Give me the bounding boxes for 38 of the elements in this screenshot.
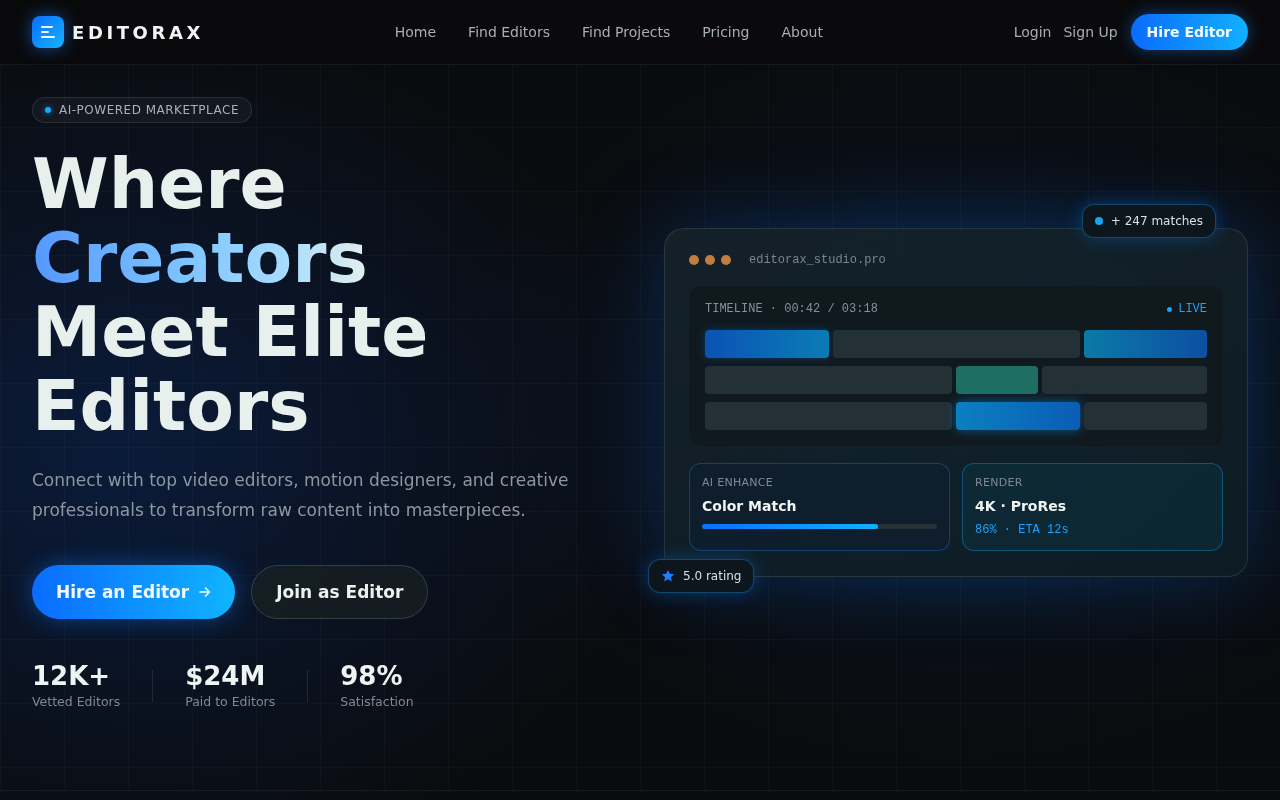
star-icon: [661, 569, 675, 583]
badge-label: AI-POWERED MARKETPLACE: [59, 103, 240, 117]
hire-editor-button[interactable]: Hire Editor: [1130, 14, 1248, 50]
nav-link[interactable]: Home: [394, 24, 437, 40]
studio-url: editorax_studio.pro: [749, 253, 886, 267]
stat-value: 98%: [340, 660, 404, 692]
card-label: RENDER: [975, 476, 1024, 490]
live-dot-icon: [1167, 306, 1173, 312]
login-link[interactable]: Login: [1013, 24, 1052, 40]
card-title: 4K · ProRes: [975, 497, 1068, 516]
stat-value: 12K+: [32, 660, 112, 692]
nav-link[interactable]: Find Projects: [582, 24, 671, 40]
window-dot-icon: [721, 255, 731, 265]
hero-description: Connect with top video editors, motion designers, and creative professionals to transform raw content into masterpieces.: [32, 469, 570, 522]
stat-label: Vetted Editors: [32, 693, 121, 711]
join-editor-button[interactable]: Join as Editor: [251, 565, 429, 619]
window-dot-icon: [705, 255, 715, 265]
timeline-label: TIMELINE · 00:42 / 03:18: [705, 302, 878, 316]
status-dot-icon: [45, 107, 51, 113]
lines-logo-icon: [32, 16, 64, 48]
hero-heading: Where Creators Meet Elite Editors: [32, 147, 429, 443]
card-title: Color Match: [702, 497, 798, 516]
live-status: LIVE: [1178, 302, 1207, 316]
window-dot-icon: [689, 255, 699, 265]
stat-value: $24M: [185, 660, 267, 692]
rating-text: 5.0 rating: [683, 569, 742, 583]
stat-label: Satisfaction: [340, 693, 414, 711]
arrow-right-icon: [199, 586, 212, 598]
matches-count: + 247 matches: [1110, 214, 1203, 228]
signup-link[interactable]: Sign Up: [1063, 24, 1118, 40]
stat-label: Paid to Editors: [185, 693, 276, 711]
nav-link[interactable]: About: [781, 24, 823, 40]
nav-link[interactable]: Find Editors: [468, 24, 550, 40]
nav-link[interactable]: Pricing: [702, 24, 750, 40]
status-dot-icon: [1094, 217, 1103, 225]
brand-name[interactable]: EDITORAX: [72, 21, 204, 43]
render-status: 86% · ETA 12s: [975, 522, 1070, 538]
card-label: AI ENHANCE: [702, 476, 775, 490]
